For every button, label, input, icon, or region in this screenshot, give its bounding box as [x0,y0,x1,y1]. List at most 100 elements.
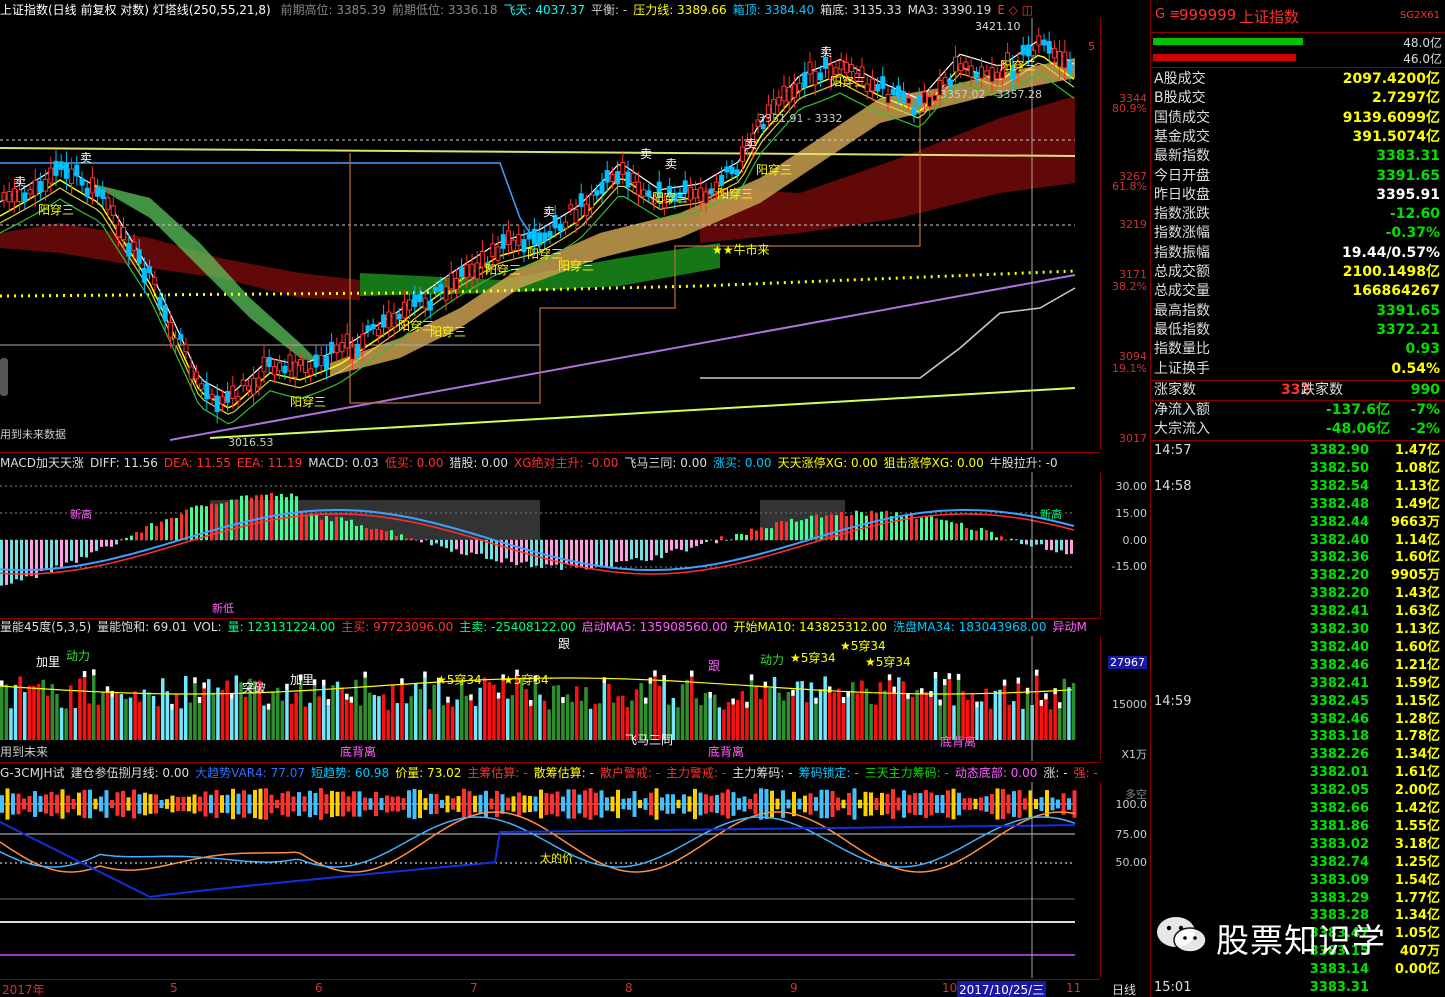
tick-row[interactable]: 3383.29 1.77亿 [1151,890,1445,908]
indicator-bar [786,799,791,809]
candle-body [583,203,589,216]
macd-bar [180,513,183,540]
tick-row[interactable]: 3382.74 1.25亿 [1151,854,1445,872]
tick-row[interactable]: 3382.50 1.08亿 [1151,460,1445,478]
tick-row[interactable]: 3383.18 1.78亿 [1151,728,1445,746]
volume-bar [616,696,620,740]
volume-bar [156,706,160,740]
indicator-bar [847,792,851,816]
header-item: 大趋势VAR4: 77.07 [195,766,305,780]
tick-row[interactable]: 3382.40 1.60亿 [1151,639,1445,657]
tick-row[interactable]: 3382.40 1.14亿 [1151,532,1445,550]
net-inflow-value: -137.6亿 [1325,402,1390,418]
axis-tick: 38.2% [1112,280,1147,293]
tick-row[interactable]: 14:59 3382.45 1.15亿 [1151,693,1445,711]
tick-row[interactable]: 3382.41 1.63亿 [1151,603,1445,621]
candle-body [531,228,537,245]
macd-bar [925,517,928,540]
macd-bar [575,540,578,568]
kline-chart-area[interactable]: 上证指数(日线 前复权 对数) 灯塔线(250,55,21,8) 前期高位: 3… [0,0,1150,997]
macd-bar [355,525,358,540]
tick-row[interactable]: 3382.46 1.21亿 [1151,657,1445,675]
volume-bar [450,706,455,740]
volume-bar-top [266,703,271,710]
tick-row[interactable]: 3383.14 0.00亿 [1151,961,1445,979]
tick-row[interactable]: 3382.48 1.49亿 [1151,496,1445,514]
bulk-inflow-label: 大宗流入 [1154,421,1210,437]
tick-row[interactable]: 3382.44 9663万 [1151,514,1445,532]
indicator-bar [687,796,692,812]
indicator-bar [632,791,637,817]
volume-bar [814,703,818,740]
axis-tick: -15.00 [1111,560,1147,573]
tick-row[interactable]: 15:01 3383.31 [1151,979,1445,997]
tick-row[interactable]: 3382.36 1.60亿 [1151,549,1445,567]
macd-chart[interactable]: 新高新低 新高 [0,472,1100,618]
candle-body [724,166,730,173]
candle-body [323,355,329,370]
indicator-bar [396,796,400,812]
tick-row[interactable]: 3382.46 1.28亿 [1151,711,1445,729]
candle-body [973,72,979,78]
tick-row[interactable]: 14:57 3382.90 1.47亿 [1151,442,1445,460]
volume-bar [92,675,96,740]
indicator-chart[interactable]: 太的价 [0,782,1100,978]
period-label[interactable]: 日线 [1112,981,1136,997]
tick-row[interactable]: 3382.26 1.34亿 [1151,746,1445,764]
sell-strength-value: 46.0亿 [1403,52,1442,66]
price-chart[interactable]: 阳穿三阳穿三阳穿三阳穿三阳穿三阳穿三阳穿三 阳穿三阳穿三阳穿三阳穿三阳穿三卖卖卖卖… [0,18,1100,450]
tick-row[interactable]: 3382.20 9905万 [1151,567,1445,585]
tick-row[interactable]: 14:58 3382.54 1.13亿 [1151,478,1445,496]
indicator-bar [566,789,571,819]
tick-row[interactable]: 3383.09 1.54亿 [1151,872,1445,890]
quote-value: 3383.31 [1376,148,1440,165]
candle-body [895,85,901,97]
macd-bar [920,517,923,540]
quote-panel: G ≡ 999999 上证指数 SG2X61 48.0亿 46.0亿 A股成交 2… [1150,0,1445,997]
volume-bar [933,678,938,740]
candle-body [563,221,569,229]
date-axis: 2017年 5 6 7 8 9 10 2017/10/25/三 11 日线 [0,980,1150,997]
indicator-bar [863,791,868,817]
tick-row[interactable]: 3383.02 3.18亿 [1151,836,1445,854]
indicator-bar [115,792,120,816]
tick-row[interactable]: 3381.86 1.55亿 [1151,818,1445,836]
indicator-bar [726,789,730,819]
tick-row[interactable]: 3382.01 1.61亿 [1151,764,1445,782]
candle-body [240,379,246,387]
volume-bar [556,685,561,740]
tick-row[interactable]: 3382.66 1.42亿 [1151,800,1445,818]
quote-label: 指数振幅 [1154,244,1210,261]
macd-bar [75,540,78,563]
candle-body [355,343,361,359]
volume-bar-top [749,674,754,681]
tick-row[interactable]: 3382.20 1.43亿 [1151,585,1445,603]
candle-body [245,385,251,391]
tick-row[interactable]: 3382.05 2.00亿 [1151,782,1445,800]
quote-value: 2097.4200亿 [1342,71,1440,87]
candle-body [297,359,303,366]
volume-chart[interactable]: 加里 动力突破加里 ★5穿34 ★5穿34跟跟 动力 ★5穿34★5穿34★5穿34底背离… [0,636,1100,761]
quote-value: 0.93 [1405,341,1440,358]
macd-bar [1045,540,1048,550]
indicator-bar [434,794,439,814]
candle-body [375,328,381,337]
indicator-bar [643,798,648,810]
header-icons[interactable]: E ◇ ◫ [997,3,1033,17]
tick-row[interactable]: 3382.30 1.13亿 [1151,621,1445,639]
tick-row[interactable]: 3382.41 1.59亿 [1151,675,1445,693]
volume-bar [115,692,119,740]
candle-body [687,186,693,201]
volume-bar [584,687,588,740]
candle-body [427,300,433,311]
macd-bar [65,540,68,563]
macd-bar [995,537,998,540]
volume-bar [506,698,510,740]
indicator-bar [258,788,263,820]
tick-price: 3382.50 [1309,460,1369,476]
candle-body [1057,51,1063,68]
candle-body [500,234,506,249]
menu-icon[interactable]: G ≡ [1155,7,1180,22]
indicator-bar [5,788,10,820]
macd-bar [515,540,518,566]
